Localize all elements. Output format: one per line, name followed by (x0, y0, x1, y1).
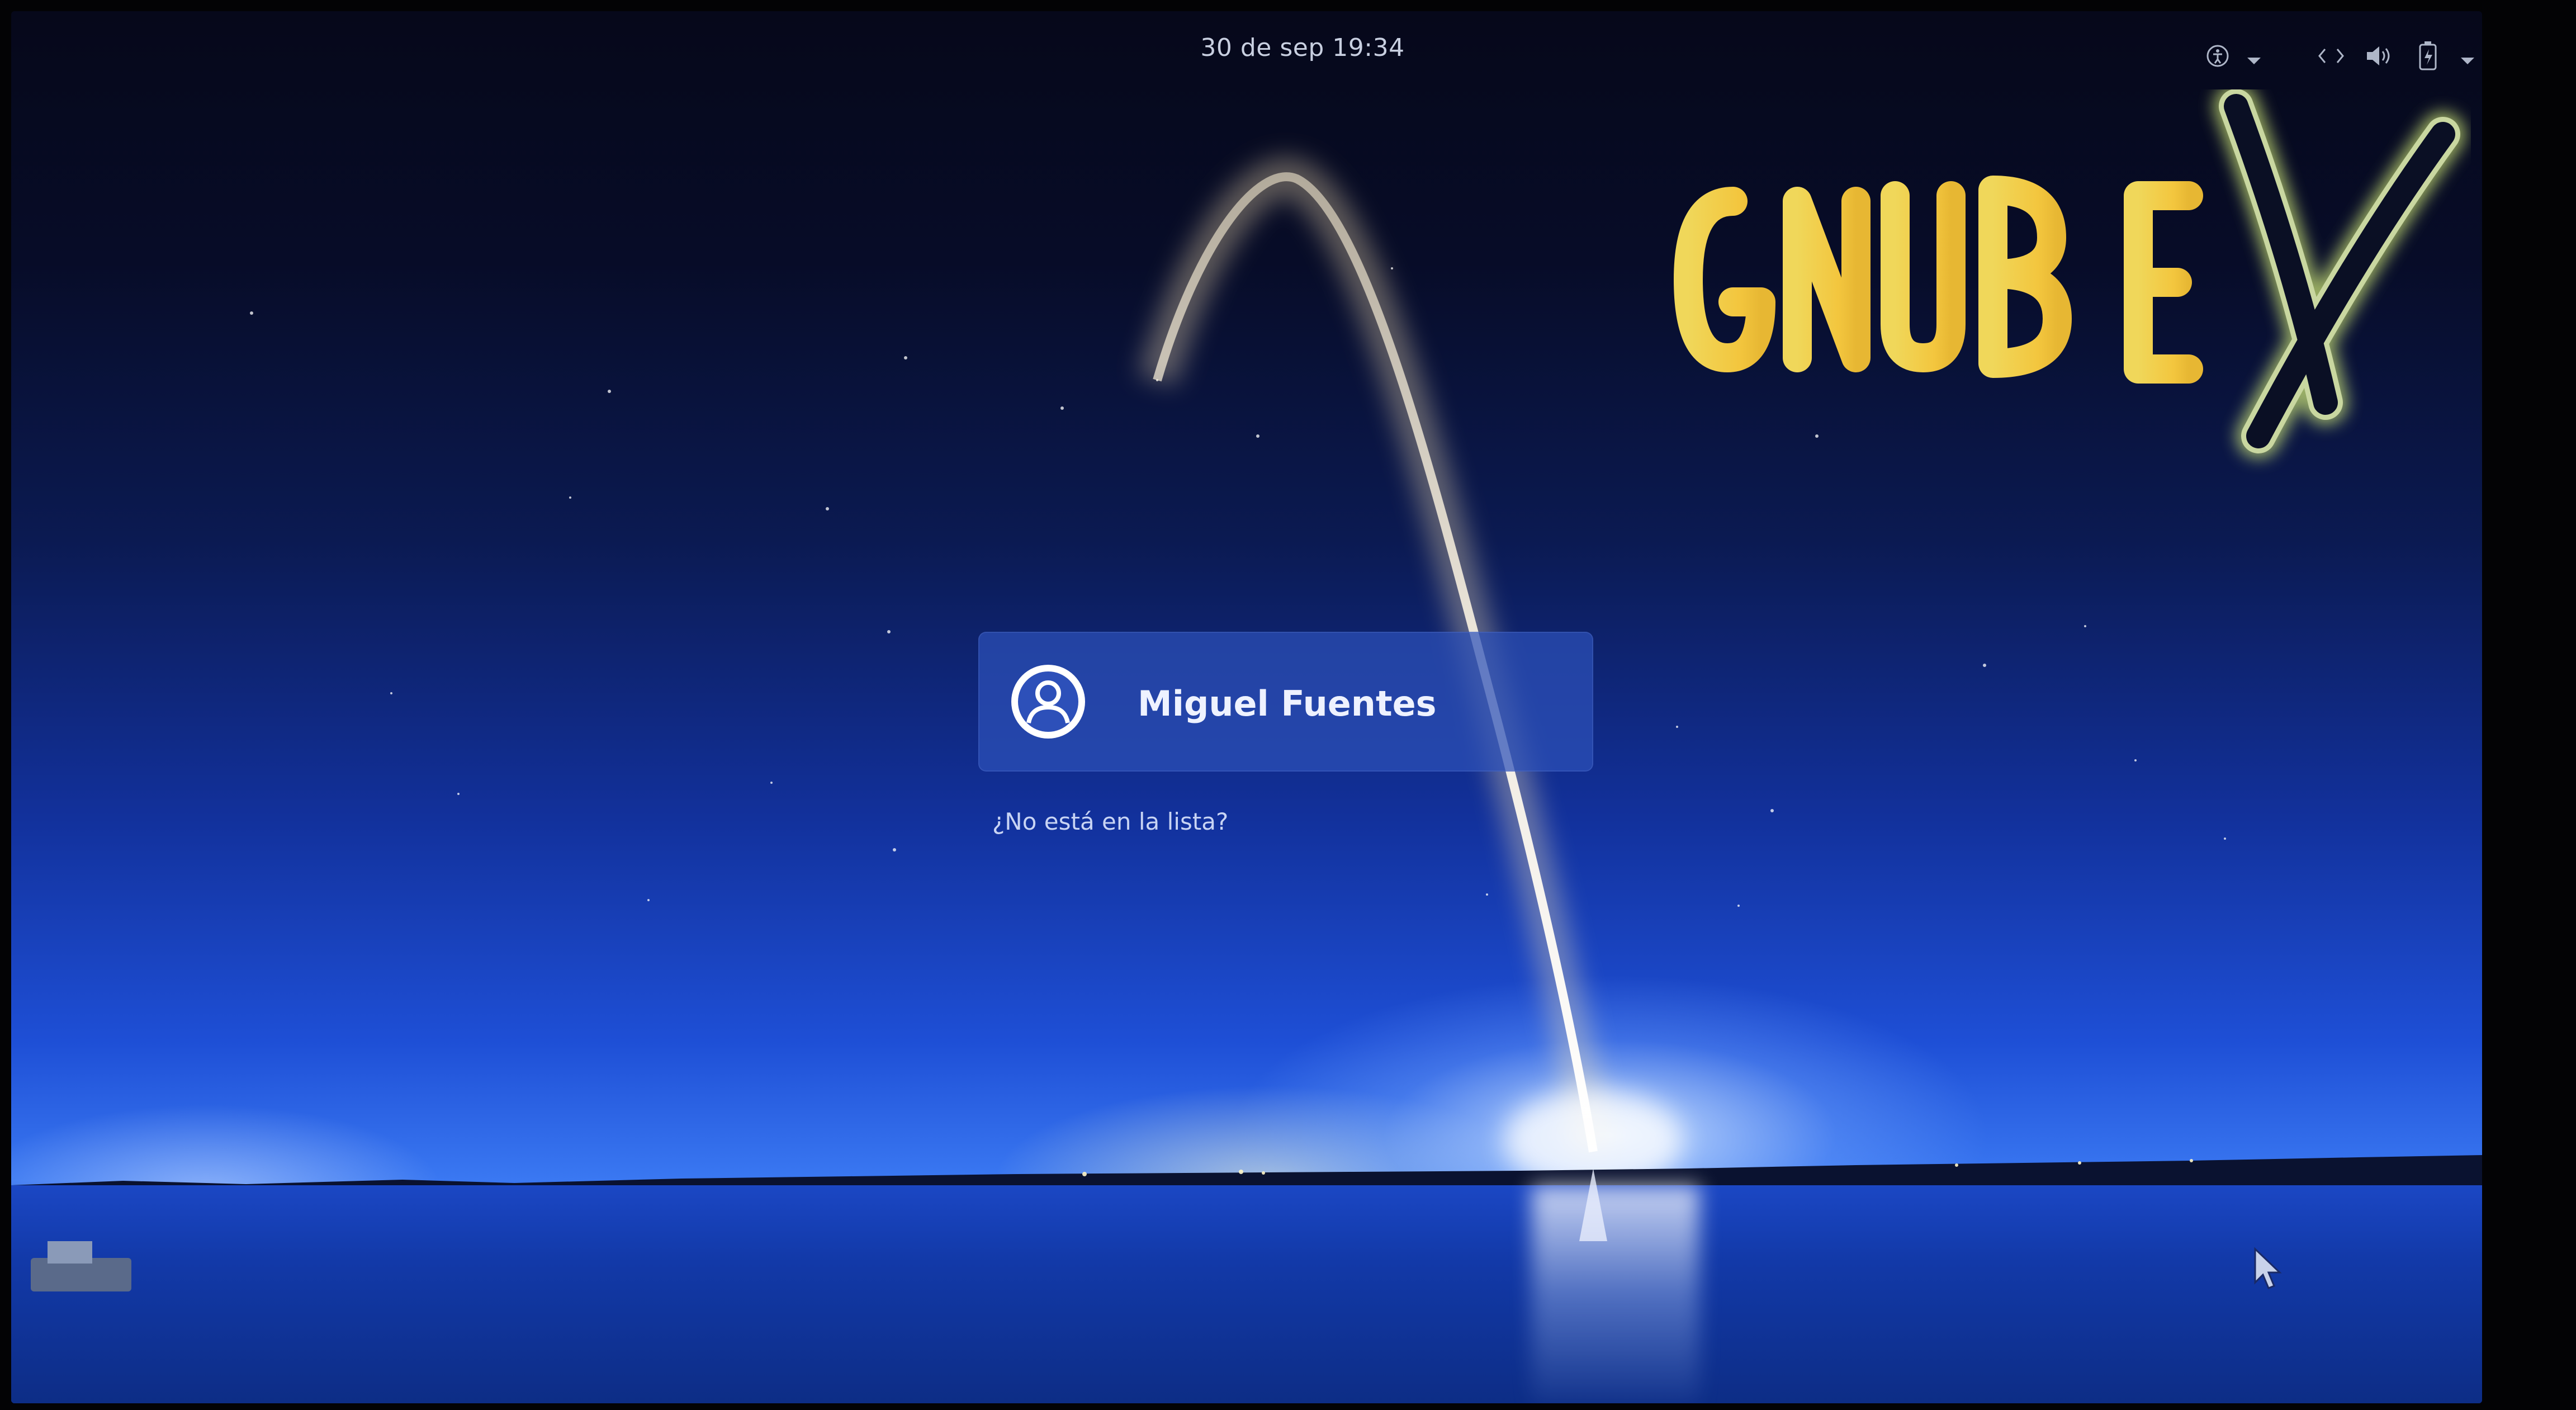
gnubiex-logo (1674, 89, 2465, 458)
not-listed-link[interactable]: ¿No está en la lista? (992, 808, 1228, 835)
volume-icon[interactable] (2365, 44, 2394, 72)
login-screen: 30 de sep 19:34 Miguel Fuentes ¿No está … (11, 11, 2482, 1403)
battery-icon[interactable] (2418, 40, 2438, 75)
monitor-frame: 30 de sep 19:34 Miguel Fuentes ¿No está … (0, 0, 2576, 1410)
water-light-reflection (1532, 1185, 1699, 1403)
mouse-cursor-icon (2254, 1247, 2282, 1289)
boat-silhouette (31, 1241, 131, 1291)
accessibility-icon[interactable] (2205, 44, 2230, 72)
water-surface (11, 1185, 2482, 1403)
user-avatar-icon (1011, 665, 1085, 739)
clock-label[interactable]: 30 de sep 19:34 (1191, 34, 1414, 62)
top-bar: 30 de sep 19:34 (11, 11, 2482, 78)
sailboat-silhouette (1579, 1168, 1607, 1241)
user-name-label: Miguel Fuentes (1138, 683, 1437, 724)
power-menu-arrow-icon[interactable] (2460, 48, 2475, 70)
network-icon[interactable] (2317, 44, 2345, 72)
user-list-item[interactable]: Miguel Fuentes (978, 632, 1593, 772)
dropdown-arrow-icon[interactable] (2246, 48, 2262, 70)
